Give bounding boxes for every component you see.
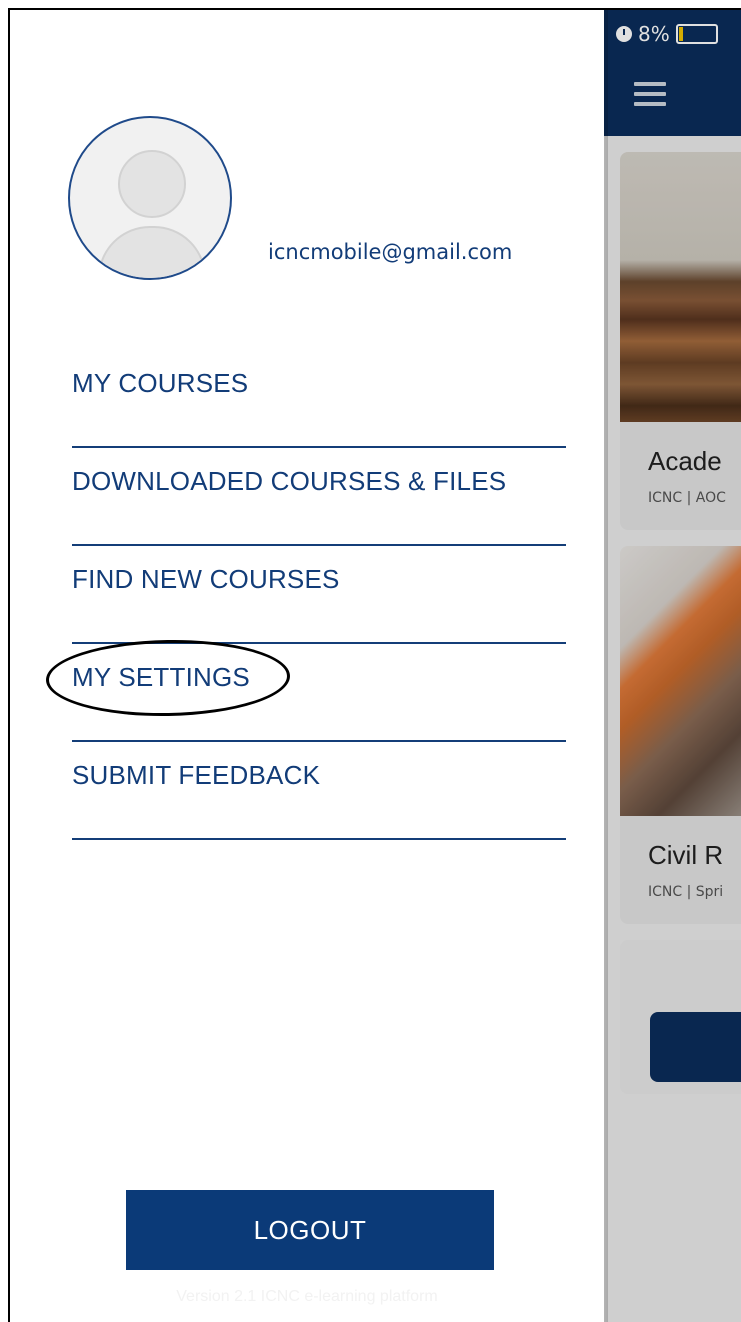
menu-item-label: DOWNLOADED COURSES & FILES xyxy=(72,466,507,496)
drawer-menu: MY COURSES DOWNLOADED COURSES & FILES FI… xyxy=(45,350,566,840)
version-text: Version 2.1 ICNC e-learning platform xyxy=(176,1288,438,1305)
menu-item-label: FIND NEW COURSES xyxy=(72,564,340,594)
menu-item-label: SUBMIT FEEDBACK xyxy=(72,760,321,790)
menu-item-label: MY SETTINGS xyxy=(72,662,250,692)
screen-frame: 8% Acade ICNC | AOC Civil R ICNC | Spri xyxy=(8,8,741,1322)
menu-item-label: MY COURSES xyxy=(72,368,249,398)
logout-button[interactable]: LOGOUT xyxy=(126,1190,494,1270)
user-name xyxy=(268,160,518,184)
dim-overlay[interactable] xyxy=(604,10,741,1322)
menu-item-my-settings[interactable]: MY SETTINGS xyxy=(45,637,566,742)
navigation-drawer: icncmobile@gmail.com MY COURSES DOWNLOAD… xyxy=(10,10,604,1322)
menu-item-find-new-courses[interactable]: FIND NEW COURSES xyxy=(72,546,566,644)
user-email: icncmobile@gmail.com xyxy=(268,240,513,264)
avatar[interactable] xyxy=(68,116,232,280)
menu-item-downloaded-courses[interactable]: DOWNLOADED COURSES & FILES xyxy=(72,448,566,546)
menu-item-submit-feedback[interactable]: SUBMIT FEEDBACK xyxy=(72,742,566,840)
default-avatar-icon xyxy=(118,150,186,218)
menu-item-my-courses[interactable]: MY COURSES xyxy=(72,350,566,448)
